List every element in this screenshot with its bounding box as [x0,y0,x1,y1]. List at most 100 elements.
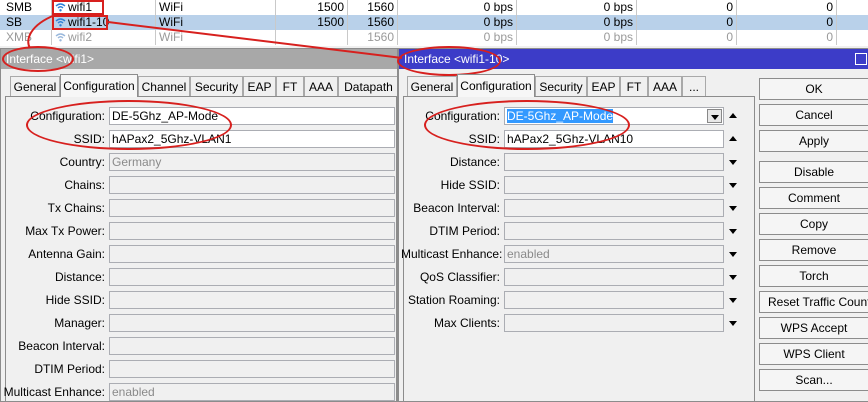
interface-window-wifi1: Interface <wifi1> General Configuration … [0,48,398,402]
expand-down-icon[interactable] [729,229,737,234]
beacon-interval-field[interactable] [504,199,724,217]
ssid-field[interactable]: hAPax2_5Ghz-VLAN10 [504,130,724,148]
flags-cell: XMB [0,30,52,45]
interface-row-selected[interactable]: SB wifi1-10 WiFi 1500 1560 0 bps 0 bps 0… [0,15,868,30]
l2-mtu-cell: 1560 [348,15,398,30]
cancel-button[interactable]: Cancel [759,104,868,126]
tab-aaa[interactable]: AAA [648,76,682,96]
maximize-icon[interactable] [855,53,867,65]
ok-button[interactable]: OK [759,78,868,100]
antenna-gain-field[interactable] [109,245,395,263]
hide-ssid-label: Hide SSID: [440,178,500,192]
expand-down-icon[interactable] [729,183,737,188]
chains-label: Chains: [64,178,105,192]
tab-aaa[interactable]: AAA [304,76,338,96]
distance-field[interactable] [109,268,395,286]
tab-configuration[interactable]: Configuration [457,74,535,97]
apply-button[interactable]: Apply [759,130,868,152]
tab-general[interactable]: General [407,76,457,96]
station-roaming-label: Station Roaming: [407,293,500,307]
tx-packet-cell: 0 [637,30,737,45]
dtim-period-field[interactable] [109,360,395,378]
type-cell: WiFi [156,30,276,45]
dtim-period-label: DTIM Period: [34,362,105,376]
tab-ft[interactable]: FT [276,76,304,96]
comment-button[interactable]: Comment [759,187,868,209]
tab-general[interactable]: General [10,76,60,96]
collapse-up-icon[interactable] [729,113,737,118]
name-cell: wifi1 [52,0,156,15]
window-title[interactable]: Interface <wifi1> [1,49,397,69]
scan-button[interactable]: Scan... [759,369,868,391]
ssid-label: SSID: [468,132,500,146]
dropdown-icon[interactable] [707,109,722,123]
reset-traffic-counters-button[interactable]: Reset Traffic Counters [759,291,868,313]
qos-classifier-field[interactable] [504,268,724,286]
remove-button[interactable]: Remove [759,239,868,261]
max-clients-label: Max Clients: [433,316,500,330]
l2-mtu-cell: 1560 [348,0,398,15]
expand-down-icon[interactable] [729,275,737,280]
max-tx-power-label: Max Tx Power: [25,224,105,238]
expand-down-icon[interactable] [729,321,737,326]
tab-ft[interactable]: FT [620,76,648,96]
interface-row[interactable]: SMB wifi1 WiFi 1500 1560 0 bps 0 bps 0 0 [0,0,868,15]
wifi-icon [55,3,66,12]
wifi-icon [55,33,66,42]
configuration-field[interactable]: DE-5Ghz_AP-Mode [504,107,724,125]
torch-button[interactable]: Torch [759,265,868,287]
expand-down-icon[interactable] [729,160,737,165]
tx-packet-cell: 0 [637,15,737,30]
tx-chains-field[interactable] [109,199,395,217]
beacon-interval-field[interactable] [109,337,395,355]
tab-security[interactable]: Security [535,76,587,96]
distance-field[interactable] [504,153,724,171]
interface-row-disabled[interactable]: XMB wifi2 WiFi 1560 0 bps 0 bps 0 0 [0,30,868,45]
wifi-icon [55,18,66,27]
hide-ssid-field[interactable] [504,176,724,194]
country-label: Country: [59,155,105,169]
beacon-interval-label: Beacon Interval: [413,201,500,215]
expand-down-icon[interactable] [729,252,737,257]
station-roaming-field[interactable] [504,291,724,309]
distance-label: Distance: [449,155,500,169]
flags-cell: SB [0,15,52,30]
expand-down-icon[interactable] [729,298,737,303]
chains-field[interactable] [109,176,395,194]
manager-field[interactable] [109,314,395,332]
tx-chains-label: Tx Chains: [47,201,105,215]
hide-ssid-field[interactable] [109,291,395,309]
tx-packet-cell: 0 [637,0,737,15]
tx-cell: 0 bps [398,30,517,45]
tx-cell: 0 bps [398,0,517,15]
configuration-value: DE-5Ghz_AP-Mode [507,109,614,123]
dtim-period-field[interactable] [504,222,724,240]
max-tx-power-field[interactable] [109,222,395,240]
tab-datapath[interactable]: Datapath [338,76,397,96]
actual-mtu-cell [276,30,348,45]
rx-cell: 0 bps [517,30,637,45]
tab-security[interactable]: Security [190,76,243,96]
name-text: wifi1-10 [68,15,110,29]
name-text: wifi2 [68,30,93,44]
multicast-enhance-field[interactable]: enabled [109,383,395,401]
copy-button[interactable]: Copy [759,213,868,235]
tab-configuration[interactable]: Configuration [60,74,138,97]
window-title[interactable]: Interface <wifi1-10> [399,49,868,69]
configuration-field[interactable]: DE-5Ghz_AP-Mode [109,107,395,125]
collapse-up-icon[interactable] [729,136,737,141]
wps-client-button[interactable]: WPS Client [759,343,868,365]
country-field[interactable]: Germany [109,153,395,171]
wps-accept-button[interactable]: WPS Accept [759,317,868,339]
multicast-enhance-field[interactable]: enabled [504,245,724,263]
max-clients-field[interactable] [504,314,724,332]
tab-more[interactable]: ... [682,76,706,96]
tab-eap[interactable]: EAP [587,76,620,96]
disable-button[interactable]: Disable [759,161,868,183]
expand-down-icon[interactable] [729,206,737,211]
tx-cell: 0 bps [398,15,517,30]
tab-channel[interactable]: Channel [138,76,190,96]
tab-eap[interactable]: EAP [243,76,276,96]
qos-classifier-label: QoS Classifier: [419,270,500,284]
ssid-field[interactable]: hAPax2_5Ghz-VLAN1 [109,130,395,148]
